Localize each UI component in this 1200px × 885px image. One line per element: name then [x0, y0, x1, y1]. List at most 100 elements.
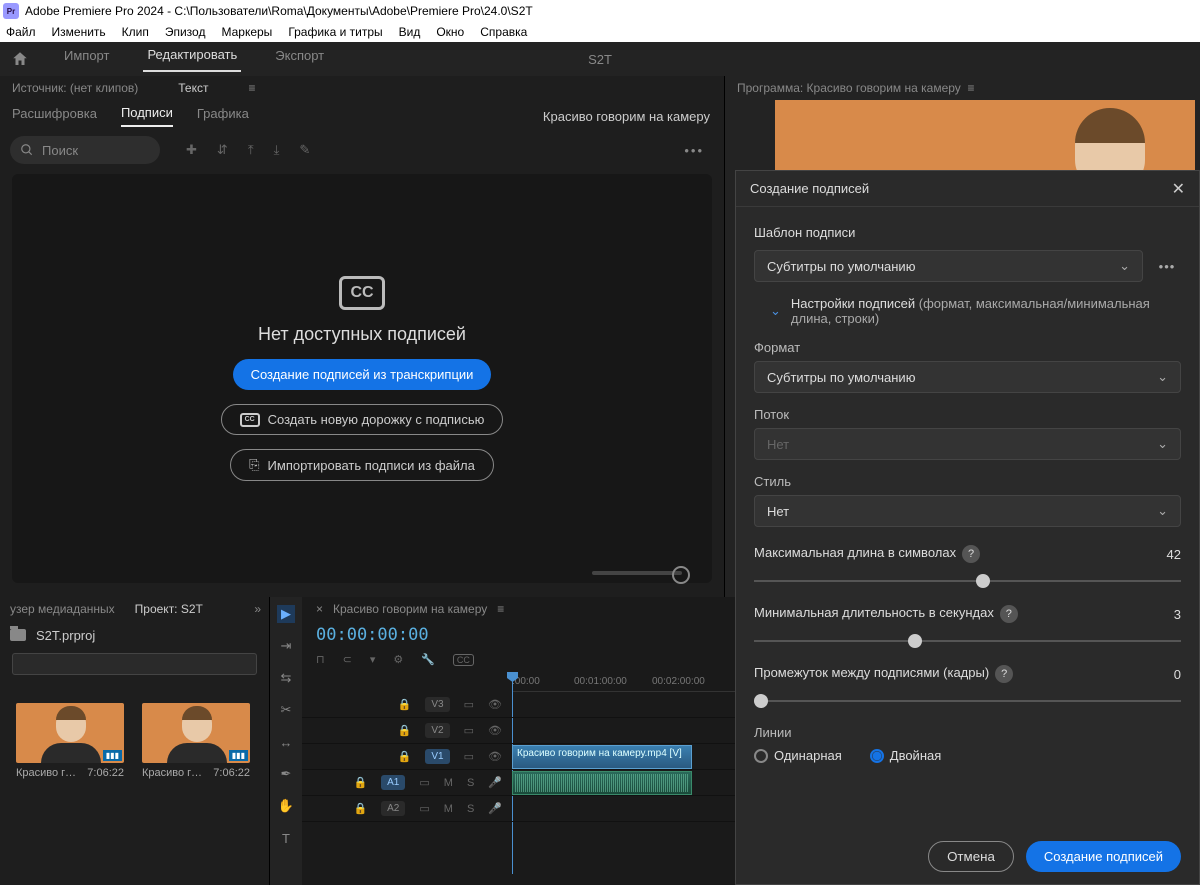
source-panel-tabs: Источник: (нет клипов) Текст ≡	[0, 76, 724, 100]
help-icon[interactable]: ?	[1000, 605, 1018, 623]
lock-icon[interactable]: 🔒	[398, 698, 412, 711]
template-dropdown[interactable]: Субтитры по умолчанию⌄	[754, 250, 1143, 282]
workspace-bar: Импорт Редактировать Экспорт S2T	[0, 42, 1200, 76]
tab-captions[interactable]: Подписи	[121, 105, 173, 127]
menu-sequence[interactable]: Эпизод	[165, 25, 206, 39]
home-icon[interactable]	[10, 50, 30, 68]
timeline-sequence-name[interactable]: Красиво говорим на камеру	[333, 602, 487, 616]
menu-graphics[interactable]: Графика и титры	[288, 25, 382, 39]
text-tab[interactable]: Текст	[178, 81, 208, 95]
import-captions-button[interactable]: ⎘Импортировать подписи из файла	[230, 449, 494, 481]
project-search-input[interactable]	[12, 653, 257, 675]
mindur-slider[interactable]	[754, 631, 1181, 651]
menu-help[interactable]: Справка	[480, 25, 527, 39]
create-captions-button[interactable]: Создание подписей	[1026, 841, 1181, 872]
merge-down-icon[interactable]: ⤓	[274, 142, 280, 158]
source-tab[interactable]: Источник: (нет клипов)	[12, 81, 138, 95]
help-icon[interactable]: ?	[962, 545, 980, 563]
chevron-down-icon: ⌄	[1157, 503, 1168, 519]
search-input[interactable]: Поиск	[10, 136, 160, 164]
format-dropdown[interactable]: Субтитры по умолчанию⌄	[754, 361, 1181, 393]
gap-slider[interactable]	[754, 691, 1181, 711]
tl-wrench-icon[interactable]: 🔧	[421, 653, 435, 666]
mic-icon[interactable]: 🎤	[488, 776, 502, 789]
hand-tool-icon[interactable]: ✋	[277, 797, 295, 815]
eye-icon[interactable]: 👁	[488, 724, 502, 737]
panel-menu-icon[interactable]: ≡	[248, 81, 255, 95]
project-clip-item[interactable]: ▮▮▮ Красиво гово...7:06:22	[16, 703, 124, 779]
clip-badge-icon: ▮▮▮	[103, 750, 122, 761]
sequence-name-label: Красиво говорим на камеру	[543, 109, 710, 124]
project-clip-item[interactable]: ▮▮▮ Красиво гово...7:06:22	[142, 703, 250, 779]
window-title: Adobe Premiere Pro 2024 - C:\Пользовател…	[25, 4, 533, 18]
lock-icon[interactable]: 🔒	[398, 750, 412, 763]
cancel-button[interactable]: Отмена	[928, 841, 1014, 872]
zoom-slider[interactable]	[592, 571, 682, 575]
workspace-edit[interactable]: Редактировать	[143, 47, 241, 72]
merge-up-icon[interactable]: ⤒	[248, 142, 254, 158]
stream-label: Поток	[754, 407, 1181, 422]
tab-transcript[interactable]: Расшифровка	[12, 106, 97, 126]
tab-graphics[interactable]: Графика	[197, 106, 249, 126]
maxlen-value: 42	[1167, 547, 1181, 562]
search-icon	[20, 143, 34, 157]
tl-cc-icon[interactable]: CC	[453, 654, 474, 666]
lock-icon[interactable]: 🔒	[353, 802, 367, 815]
menu-markers[interactable]: Маркеры	[221, 25, 272, 39]
menu-file[interactable]: Файл	[6, 25, 36, 39]
mindur-label: Минимальная длительность в секундах	[754, 605, 994, 620]
eye-icon[interactable]: 👁	[488, 750, 502, 763]
project-name: S2T	[588, 52, 612, 67]
style-dropdown[interactable]: Нет⌄	[754, 495, 1181, 527]
slip-tool-icon[interactable]: ↔	[277, 733, 295, 751]
close-icon[interactable]: ✕	[1172, 179, 1185, 199]
project-tab[interactable]: Проект: S2T	[135, 602, 203, 616]
help-icon[interactable]: ?	[995, 665, 1013, 683]
media-browser-tab[interactable]: узер медиаданных	[10, 602, 115, 616]
more-options-icon[interactable]: •••	[684, 143, 704, 158]
maxlen-slider[interactable]	[754, 571, 1181, 591]
workspace-export[interactable]: Экспорт	[271, 48, 328, 71]
lock-icon[interactable]: 🔒	[398, 724, 412, 737]
create-caption-track-button[interactable]: CCСоздать новую дорожку с подписью	[221, 404, 504, 435]
cc-icon: CC	[339, 276, 385, 310]
tl-link-icon[interactable]: ⊂	[343, 653, 352, 666]
menu-window[interactable]: Окно	[436, 25, 464, 39]
tl-snap-icon[interactable]: ⊓	[316, 653, 325, 666]
eye-icon[interactable]: 👁	[488, 698, 502, 711]
pen-tool-icon[interactable]: ✒	[277, 765, 295, 783]
search-placeholder: Поиск	[42, 143, 78, 158]
create-captions-dialog: Создание подписей ✕ Шаблон подписи Субти…	[735, 170, 1200, 885]
razor-tool-icon[interactable]: ✂	[277, 701, 295, 719]
timeline-video-clip[interactable]: Красиво говорим на камеру.mp4 [V]	[512, 745, 692, 769]
workspace-import[interactable]: Импорт	[60, 48, 113, 71]
create-from-transcript-button[interactable]: Создание подписей из транскрипции	[233, 359, 492, 390]
template-label: Шаблон подписи	[754, 225, 1181, 240]
timeline-audio-clip[interactable]	[512, 771, 692, 795]
radio-double[interactable]: Двойная	[870, 748, 942, 763]
app-logo-icon: Pr	[3, 3, 19, 19]
mic-icon[interactable]: 🎤	[488, 802, 502, 815]
menu-edit[interactable]: Изменить	[52, 25, 106, 39]
import-icon: ⎘	[249, 457, 259, 473]
template-options-icon[interactable]: •••	[1153, 259, 1181, 274]
ripple-tool-icon[interactable]: ⇆	[277, 669, 295, 687]
type-tool-icon[interactable]: T	[277, 829, 295, 847]
split-icon[interactable]: ⇵	[217, 142, 228, 158]
program-panel-title: Программа: Красиво говорим на камеру ≡	[725, 76, 1200, 100]
add-caption-icon[interactable]: ✚	[186, 142, 197, 158]
lines-label: Линии	[754, 725, 1181, 740]
tl-settings-icon[interactable]: ⚙	[393, 653, 403, 666]
radio-single[interactable]: Одинарная	[754, 748, 842, 763]
settings-expander[interactable]: ⌄ Настройки подписей (формат, максимальн…	[770, 296, 1181, 326]
selection-tool-icon[interactable]: ▶	[277, 605, 295, 623]
window-titlebar: Pr Adobe Premiere Pro 2024 - C:\Пользова…	[0, 0, 1200, 22]
stream-dropdown: Нет⌄	[754, 428, 1181, 460]
panel-overflow-icon[interactable]: »	[254, 602, 259, 616]
tl-marker-icon[interactable]: ▾	[370, 653, 376, 666]
edit-icon[interactable]: ✎	[299, 142, 310, 158]
track-select-tool-icon[interactable]: ⇥	[277, 637, 295, 655]
menu-clip[interactable]: Клип	[122, 25, 149, 39]
lock-icon[interactable]: 🔒	[353, 776, 367, 789]
menu-view[interactable]: Вид	[399, 25, 421, 39]
